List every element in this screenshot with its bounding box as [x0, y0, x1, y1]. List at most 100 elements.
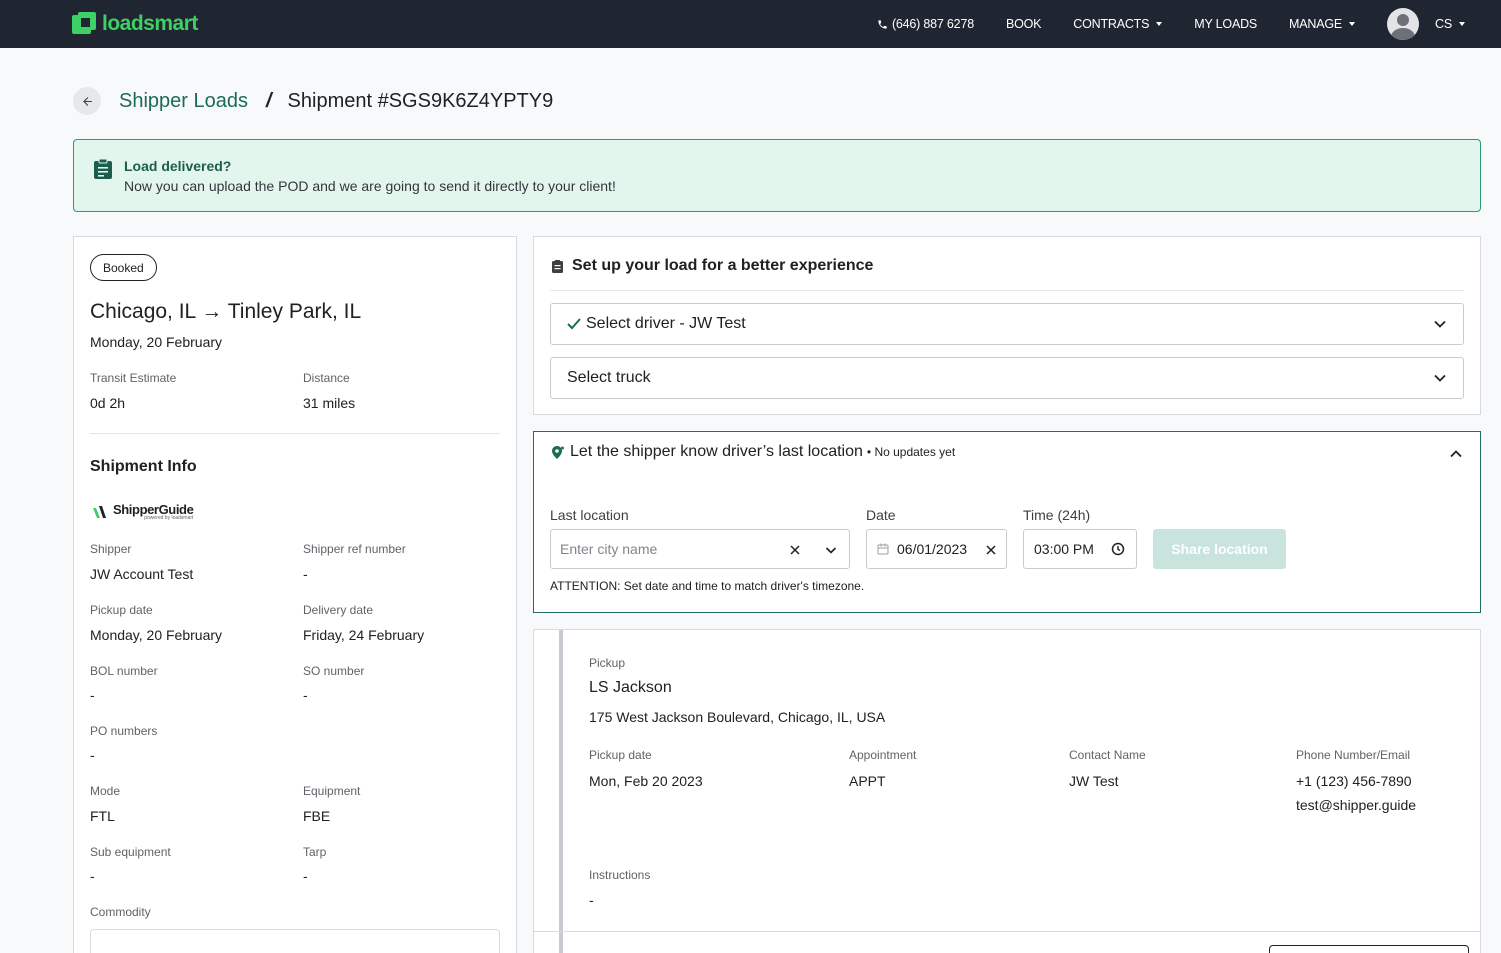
po-numbers-label: PO numbers — [90, 724, 158, 738]
stops-timeline — [559, 630, 563, 953]
date-input[interactable]: 06/01/2023 — [866, 529, 1007, 569]
user-menu[interactable]: CS — [1435, 17, 1465, 31]
location-status: • No updates yet — [866, 445, 956, 459]
phone-icon — [878, 19, 887, 29]
brand-name: loadsmart — [102, 12, 198, 35]
date-value: 06/01/2023 — [897, 541, 968, 557]
check-icon — [567, 318, 581, 330]
transit-estimate-value: 0d 2h — [90, 395, 126, 411]
pickup-date-label: Pickup date — [589, 748, 652, 762]
distance-value: 31 miles — [303, 395, 356, 411]
pickup-stop-card: Pickup LS Jackson 175 West Jackson Boule… — [533, 629, 1481, 953]
contact-name-label: Contact Name — [1069, 748, 1146, 762]
last-location-input[interactable]: Enter city name — [550, 529, 850, 569]
tarp-label: Tarp — [303, 845, 327, 859]
divider — [534, 931, 1480, 932]
chevron-up-icon[interactable] — [1449, 447, 1463, 466]
phone-value: +1 (123) 456-7890 — [1296, 773, 1412, 789]
mode-value: FTL — [90, 808, 115, 824]
last-location-label: Last location — [550, 507, 629, 523]
bol-number-value: - — [90, 687, 95, 703]
shipper-ref-value: - — [303, 566, 308, 582]
equipment-value: FBE — [303, 808, 331, 824]
time-label: Time (24h) — [1023, 507, 1091, 523]
divider — [550, 290, 1464, 291]
breadcrumb-shipper-loads-link[interactable]: Shipper Loads — [119, 90, 248, 113]
location-pin-icon — [551, 445, 565, 465]
alert-text: Now you can upload the POD and we are go… — [124, 178, 616, 194]
time-input[interactable]: 03:00 PM — [1023, 529, 1137, 569]
tarp-value: - — [303, 868, 308, 884]
distance-label: Distance — [303, 371, 350, 385]
pickup-date-label: Pickup date — [90, 603, 153, 617]
logo-mark-icon — [72, 12, 96, 36]
shipperguide-logo-sub: powered by loadsmart — [144, 515, 194, 521]
clipboard-icon — [93, 158, 113, 185]
nav-item-manage[interactable]: MANAGE — [1289, 17, 1356, 31]
share-location-button[interactable]: Share location — [1153, 529, 1286, 569]
status-badge: Booked — [90, 254, 157, 281]
appointment-value: APPT — [849, 773, 886, 789]
delivery-date-label: Delivery date — [303, 603, 374, 617]
clock-icon — [1111, 542, 1125, 556]
breadcrumb: Shipper Loads / Shipment #SGS9K6Z4YPTY9 — [73, 86, 553, 116]
pickup-date-value: Mon, Feb 20 2023 — [589, 773, 703, 789]
arrow-left-icon — [82, 96, 92, 106]
location-title: Let the shipper know driver’s last locat… — [570, 443, 955, 461]
caret-down-icon — [1349, 22, 1356, 26]
so-number-value: - — [303, 687, 308, 703]
appointment-label: Appointment — [849, 748, 917, 762]
shipment-summary-card: Booked Chicago, IL → Tinley Park, IL Mon… — [73, 236, 517, 953]
instructions-value: - — [589, 892, 594, 908]
delivery-date-value: Friday, 24 February — [303, 627, 425, 643]
nav-item-book-label: BOOK — [1005, 17, 1042, 31]
select-driver-value: Select driver - JW Test — [586, 315, 746, 332]
nav-phone-text: (646) 887 6278 — [891, 17, 974, 31]
clear-icon[interactable] — [790, 545, 800, 555]
calendar-icon — [877, 543, 889, 555]
nav-item-my-loads-label: MY LOADS — [1194, 17, 1258, 31]
user-initials: CS — [1435, 17, 1452, 31]
instructions-label: Instructions — [589, 868, 651, 882]
pickup-facility-name: LS Jackson — [589, 679, 672, 696]
commodity-label: Commodity — [90, 905, 151, 919]
divider — [90, 433, 500, 434]
contact-name-value: JW Test — [1069, 773, 1119, 789]
back-button[interactable] — [73, 87, 101, 115]
driver-location-card: Let the shipper know driver’s last locat… — [533, 431, 1481, 613]
delivery-alert: Load delivered? Now you can upload the P… — [73, 139, 1481, 212]
nav-item-book[interactable]: BOOK — [1005, 17, 1042, 31]
alert-title: Load delivered? — [124, 158, 232, 174]
location-title-text: Let the shipper know driver’s last locat… — [570, 443, 863, 460]
last-location-placeholder: Enter city name — [560, 541, 658, 557]
shipper-value: JW Account Test — [90, 566, 194, 582]
chevron-down-icon[interactable] — [825, 544, 837, 556]
phone-email-label: Phone Number/Email — [1296, 748, 1411, 762]
setup-title: Set up your load for a better experience — [572, 257, 874, 274]
nav-item-my-loads[interactable]: MY LOADS — [1194, 17, 1257, 31]
nav-phone-link[interactable]: (646) 887 6278 — [877, 17, 974, 31]
stop-action-button[interactable] — [1269, 945, 1469, 953]
brand-logo[interactable]: loadsmart — [72, 12, 198, 36]
date-label: Date — [866, 507, 896, 523]
clear-icon[interactable] — [986, 545, 996, 555]
caret-down-icon — [1459, 22, 1465, 26]
pickup-address: 175 West Jackson Boulevard, Chicago, IL,… — [589, 709, 886, 725]
top-navbar: loadsmart (646) 887 6278 BOOK CONTRACTS … — [0, 0, 1501, 48]
pickup-section-label: Pickup — [589, 656, 626, 670]
chevron-down-icon — [1434, 374, 1446, 382]
select-truck-dropdown[interactable]: Select truck — [550, 357, 1464, 399]
route-date: Monday, 20 February — [90, 334, 223, 350]
transit-estimate-label: Transit Estimate — [90, 371, 177, 385]
select-driver-dropdown[interactable]: Select driver - JW Test — [550, 303, 1464, 345]
nav-item-contracts[interactable]: CONTRACTS — [1073, 17, 1163, 31]
nav-item-manage-label: MANAGE — [1289, 17, 1343, 31]
pickup-date-value: Monday, 20 February — [90, 627, 223, 643]
sub-equipment-label: Sub equipment — [90, 845, 171, 859]
clipboard-icon — [552, 260, 563, 278]
so-number-label: SO number — [303, 664, 365, 678]
chevron-down-icon — [1434, 320, 1446, 328]
avatar[interactable] — [1387, 8, 1420, 40]
commodity-box — [90, 929, 500, 953]
shipper-ref-label: Shipper ref number — [303, 542, 406, 556]
